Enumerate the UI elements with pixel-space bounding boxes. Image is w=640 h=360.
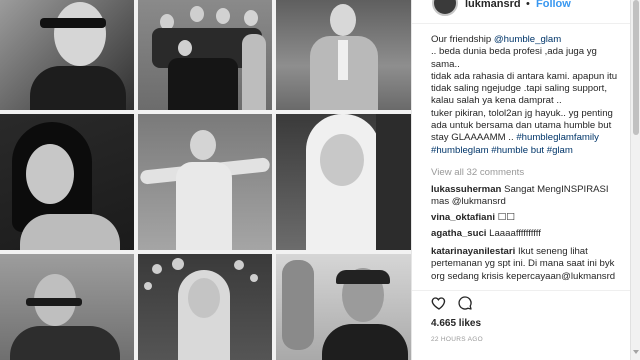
page-scrollbar[interactable]	[630, 0, 640, 360]
avatar[interactable]	[432, 0, 458, 16]
post-panel: lukmansrd • Follow Our friendship @humbl…	[411, 0, 631, 360]
photo-tile[interactable]	[138, 114, 272, 250]
caption-text: stay GLAAAAMM ..	[431, 132, 517, 144]
view-all-comments-link[interactable]: View all 32 comments	[431, 167, 524, 178]
caption-text: .. beda dunia beda profesi ,ada juga yg	[431, 46, 597, 58]
header-separator: •	[526, 0, 530, 10]
post-caption: Our friendship @humble_glam .. beda duni…	[431, 34, 625, 157]
like-count[interactable]: 4.665 likes	[431, 318, 481, 329]
heart-icon[interactable]	[431, 295, 447, 311]
post-author-username[interactable]: lukmansrd	[465, 0, 521, 10]
comment-username[interactable]: katarinayanilestari	[431, 246, 515, 257]
mention-link[interactable]: @humble_glam	[494, 34, 561, 45]
photo-tile[interactable]	[0, 114, 134, 250]
caption-text: tidak saling ngejudge .tapi saling suppo…	[431, 83, 608, 95]
photo-tile[interactable]	[0, 0, 134, 110]
photo-tile[interactable]	[276, 0, 411, 110]
post-header: lukmansrd • Follow	[412, 0, 631, 24]
photo-tile[interactable]	[276, 114, 411, 250]
post-timestamp: 22 HOURS AGO	[431, 336, 484, 343]
comment: katarinayanilestari Ikut seneng lihat pe…	[431, 246, 627, 283]
caption-text: sama..	[431, 58, 460, 70]
scroll-down-arrow-icon[interactable]	[633, 350, 639, 354]
comment-text: mas @lukmansrd	[431, 196, 506, 208]
caption-text: kalau salah ya kena damprat ..	[431, 95, 562, 107]
comment-username[interactable]: agatha_suci	[431, 228, 486, 239]
comment-text: org sedang krisis kepercayaan@lukmansrd	[431, 270, 616, 282]
comment-icon[interactable]	[457, 295, 473, 311]
comment-text: ☐☐	[497, 212, 515, 223]
photo-tile[interactable]	[138, 254, 272, 360]
comment-text: pertemanan yg spt ini. Di mana saat ini …	[431, 258, 615, 270]
scrollbar-thumb[interactable]	[633, 0, 639, 135]
comment-username[interactable]: vina_oktafiani	[431, 212, 495, 223]
actions-divider	[412, 290, 631, 291]
comment-text: Sangat MengINSPIRASI	[504, 184, 609, 195]
comment: vina_oktafiani ☐☐	[431, 212, 627, 224]
hashtag-link[interactable]: #humbleglam #humble but #glam	[431, 145, 573, 156]
photo-grid[interactable]	[0, 0, 411, 360]
comment-username[interactable]: lukassuherman	[431, 184, 501, 195]
photo-tile[interactable]	[138, 0, 272, 110]
caption-text: tuker pikiran, tolol2an jg hayuk.. yg pe…	[431, 107, 613, 119]
photo-tile[interactable]	[276, 254, 411, 360]
comment-text: Ikut seneng lihat	[517, 246, 588, 257]
caption-text: Our friendship	[431, 34, 494, 45]
caption-text: ada untuk bersama dan utama humble but	[431, 120, 612, 132]
photo-tile[interactable]	[0, 254, 134, 360]
comment: lukassuherman Sangat MengINSPIRASI mas @…	[431, 184, 627, 209]
follow-button[interactable]: Follow	[536, 0, 571, 10]
caption-text: tidak ada rahasia di antara kami. apapun…	[431, 70, 618, 82]
hashtag-link[interactable]: #humbleglamfamily	[516, 132, 599, 143]
comment: agatha_suci Laaaaffffffffff	[431, 228, 627, 240]
comment-text: Laaaaffffffffff	[489, 228, 541, 239]
